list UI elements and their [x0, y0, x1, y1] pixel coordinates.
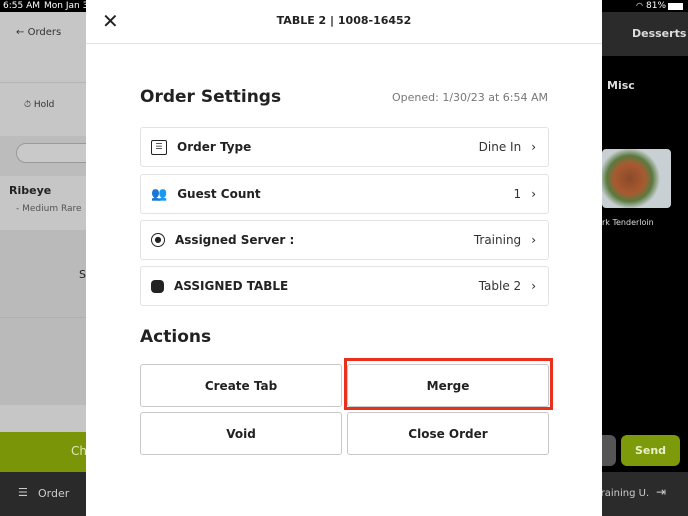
list-icon: ☰: [151, 139, 167, 155]
setting-assigned-server[interactable]: ● Assigned Server : Training ›: [140, 220, 549, 260]
modal-header: ✕ TABLE 2 | 1008-16452: [86, 0, 602, 44]
setting-guest-count[interactable]: 👥 Guest Count 1 ›: [140, 174, 549, 214]
hold-button[interactable]: ⏱ Hold: [24, 100, 54, 110]
checkout-button[interactable]: Ch: [0, 432, 86, 472]
user-name: Training U.: [602, 488, 650, 499]
order-panel-background: ← Orders ⏱ Hold Ribeye - Medium Rare S C…: [0, 12, 86, 516]
chevron-right-icon: ›: [531, 279, 536, 293]
order-settings-modal: ✕ TABLE 2 | 1008-16452 Order Settings Op…: [86, 0, 602, 516]
user-circle-icon: ●: [151, 233, 165, 247]
subcategory[interactable]: Misc: [607, 79, 635, 92]
opened-timestamp: Opened: 1/30/23 at 6:54 AM: [392, 91, 548, 104]
setting-assigned-table[interactable]: ASSIGNED TABLE Table 2 ›: [140, 266, 549, 306]
chevron-right-icon: ›: [531, 233, 536, 247]
battery-level: 81%: [646, 1, 667, 11]
send-button[interactable]: Send: [621, 435, 680, 466]
wifi-icon: ◠: [636, 1, 643, 10]
item-name: Ribeye: [9, 184, 52, 197]
arrow-left-icon: ←: [16, 27, 25, 38]
modal-title: TABLE 2 | 1008-16452: [276, 14, 412, 27]
close-order-button[interactable]: Close Order: [347, 412, 549, 455]
order-menu-button[interactable]: ☰ Order: [0, 472, 86, 516]
void-button[interactable]: Void: [140, 412, 342, 455]
setting-order-type[interactable]: ☰ Order Type Dine In ›: [140, 127, 549, 167]
item-modifier: - Medium Rare: [16, 204, 82, 214]
category-tab[interactable]: Desserts: [632, 27, 686, 40]
menu-item-image[interactable]: [602, 149, 671, 208]
actions-title: Actions: [140, 327, 212, 347]
search-input[interactable]: [16, 143, 86, 163]
section-title: Order Settings: [140, 87, 282, 107]
secondary-button[interactable]: [602, 435, 616, 466]
table-icon: [151, 279, 164, 293]
status-time: 6:55 AM: [3, 1, 40, 11]
logout-icon[interactable]: ⇥: [656, 485, 666, 499]
chevron-right-icon: ›: [531, 140, 536, 154]
chevron-right-icon: ›: [531, 187, 536, 201]
people-icon: 👥: [151, 186, 168, 202]
back-to-orders[interactable]: ← Orders: [16, 27, 61, 38]
battery-icon: [668, 3, 683, 10]
merge-highlight: [344, 358, 553, 410]
create-tab-button[interactable]: Create Tab: [140, 364, 342, 407]
menu-item-label: rk Tenderloin: [602, 218, 654, 227]
hamburger-icon: ☰: [18, 486, 28, 499]
stopwatch-icon: ⏱: [24, 100, 32, 110]
menu-panel-background: Desserts Misc rk Tenderloin Send Trainin…: [602, 12, 688, 516]
